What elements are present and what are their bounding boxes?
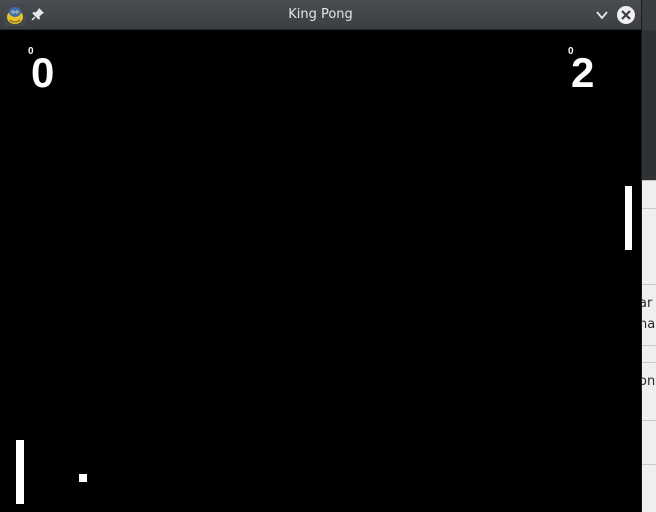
divider xyxy=(641,208,656,209)
right-score: 2 xyxy=(571,49,595,96)
left-score: 0 xyxy=(31,49,55,96)
chevron-down-icon[interactable] xyxy=(594,7,610,23)
game-canvas[interactable]: 0 0 0 2 xyxy=(0,30,641,512)
left-paddle xyxy=(16,440,24,504)
divider xyxy=(641,464,656,465)
right-paddle xyxy=(625,186,632,250)
window-titlebar[interactable]: King Pong xyxy=(0,0,641,30)
background-text-fragment: ha xyxy=(641,317,656,332)
screen: ar ha on King Pong 0 0 0 2 xyxy=(0,0,656,512)
game-window: King Pong 0 0 0 2 xyxy=(0,0,641,512)
divider xyxy=(641,362,656,363)
divider xyxy=(641,345,656,346)
background-text-fragment: ar xyxy=(641,296,653,311)
divider xyxy=(641,420,656,421)
window-title: King Pong xyxy=(288,7,353,22)
background-window-header xyxy=(641,30,656,180)
ball xyxy=(79,474,87,482)
divider xyxy=(641,180,656,181)
background-window: ar ha on xyxy=(641,0,656,512)
divider xyxy=(641,284,656,285)
background-text-fragment: on xyxy=(641,374,656,389)
close-icon[interactable] xyxy=(616,5,636,25)
background-window-titlebar xyxy=(641,0,656,30)
